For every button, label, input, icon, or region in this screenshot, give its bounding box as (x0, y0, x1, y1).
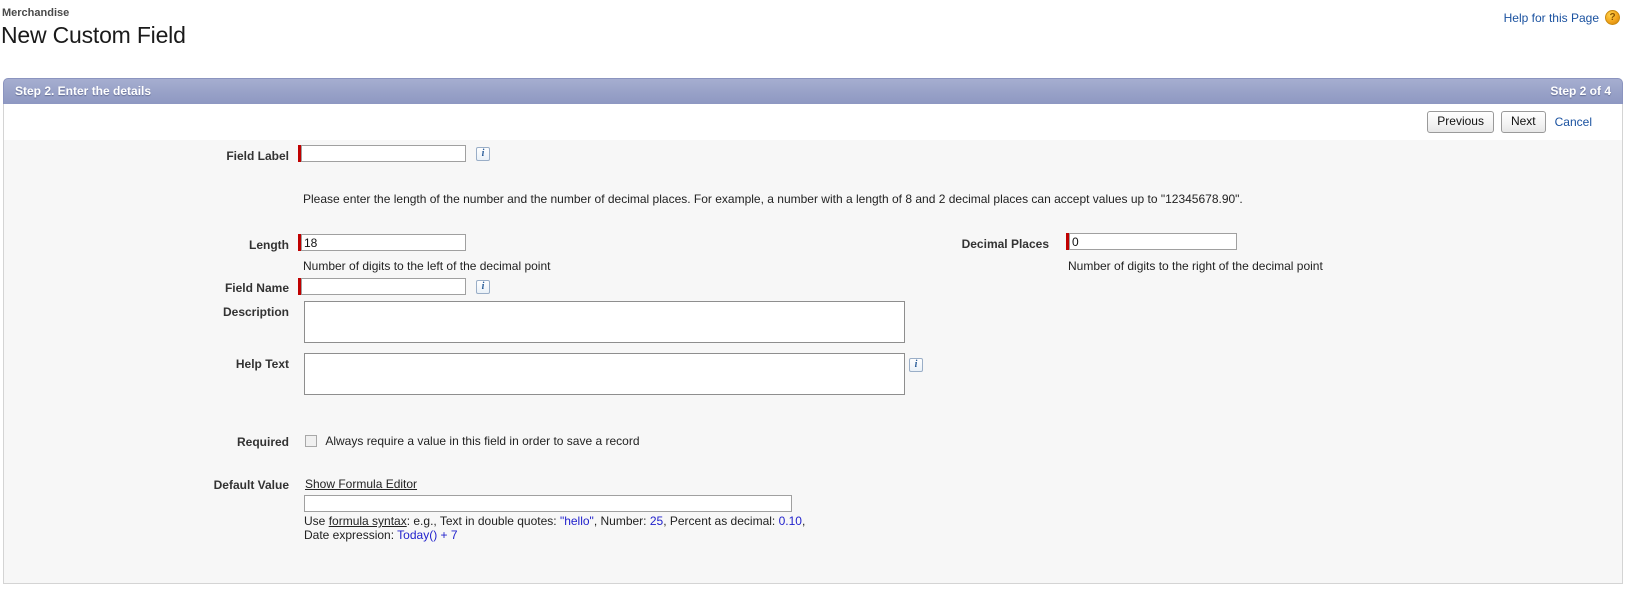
required-label: Required (236, 435, 289, 449)
wizard-button-bar: Previous Next Cancel (3, 104, 1623, 140)
previous-button[interactable]: Previous (1427, 111, 1494, 133)
syntax-text-example: "hello" (559, 514, 594, 528)
syntax-comma: , (801, 514, 806, 528)
help-for-this-page[interactable]: Help for this Page ? (1504, 10, 1620, 25)
syntax-date-example: Today() + 7 (397, 528, 458, 542)
required-checkbox[interactable] (305, 434, 317, 447)
field-label-label: Field Label (226, 149, 289, 163)
step-count: Step 2 of 4 (1550, 84, 1611, 98)
help-link-label[interactable]: Help for this Page (1504, 11, 1599, 25)
required-checkbox-label: Always require a value in this field in … (325, 433, 640, 448)
field-label-row: i (298, 145, 490, 162)
info-icon[interactable]: i (909, 358, 923, 372)
decimal-places-hint: Number of digits to the right of the dec… (1068, 259, 1323, 273)
help-text-textarea[interactable] (304, 353, 905, 395)
description-label: Description (222, 305, 289, 319)
form-body: Field Label i Please enter the length of… (3, 140, 1623, 584)
question-mark-circle-icon[interactable]: ? (1605, 10, 1620, 25)
description-textarea[interactable] (304, 301, 905, 343)
cancel-link[interactable]: Cancel (1553, 115, 1594, 129)
page-header: Merchandise New Custom Field Help for th… (0, 0, 1626, 70)
decimal-places-row (1066, 233, 1237, 250)
help-text-label: Help Text (235, 357, 289, 371)
formula-syntax-line-1: Use formula syntax: e.g., Text in double… (304, 514, 805, 528)
info-icon[interactable]: i (476, 146, 490, 161)
syntax-number-example: 25 (649, 514, 664, 528)
length-row (298, 234, 466, 251)
decimal-places-input[interactable] (1069, 233, 1237, 250)
syntax-mid: : e.g., Text in double quotes: (406, 514, 560, 528)
step-header-bar: Step 2. Enter the details Step 2 of 4 (3, 78, 1623, 104)
length-input[interactable] (301, 234, 466, 251)
syntax-percent-label: , Percent as decimal: (663, 514, 779, 528)
syntax-date-label: Date expression: (304, 528, 398, 542)
field-name-label: Field Name (224, 281, 289, 295)
info-icon[interactable]: i (476, 279, 490, 294)
next-button[interactable]: Next (1500, 111, 1546, 133)
show-formula-editor-link[interactable]: Show Formula Editor (305, 477, 417, 491)
syntax-number-label: , Number: (593, 514, 650, 528)
default-value-label: Default Value (213, 478, 289, 492)
length-label: Length (249, 238, 289, 252)
field-name-input[interactable] (301, 278, 466, 295)
syntax-percent-example: 0.10 (778, 514, 802, 528)
page-title: New Custom Field (1, 22, 186, 48)
decimal-places-label: Decimal Places (961, 237, 1049, 251)
syntax-prefix: Use (304, 514, 329, 528)
default-value-input[interactable] (304, 495, 792, 512)
number-length-note: Please enter the length of the number an… (303, 192, 1243, 206)
required-checkbox-row: Always require a value in this field in … (305, 433, 640, 448)
breadcrumb: Merchandise (2, 7, 70, 19)
length-hint: Number of digits to the left of the deci… (303, 259, 551, 273)
field-name-row: i (298, 278, 490, 295)
step-title: Step 2. Enter the details (15, 84, 152, 98)
formula-syntax-line-2: Date expression: Today() + 7 (304, 528, 458, 542)
field-label-input[interactable] (301, 145, 466, 162)
formula-syntax-link[interactable]: formula syntax (329, 514, 407, 528)
